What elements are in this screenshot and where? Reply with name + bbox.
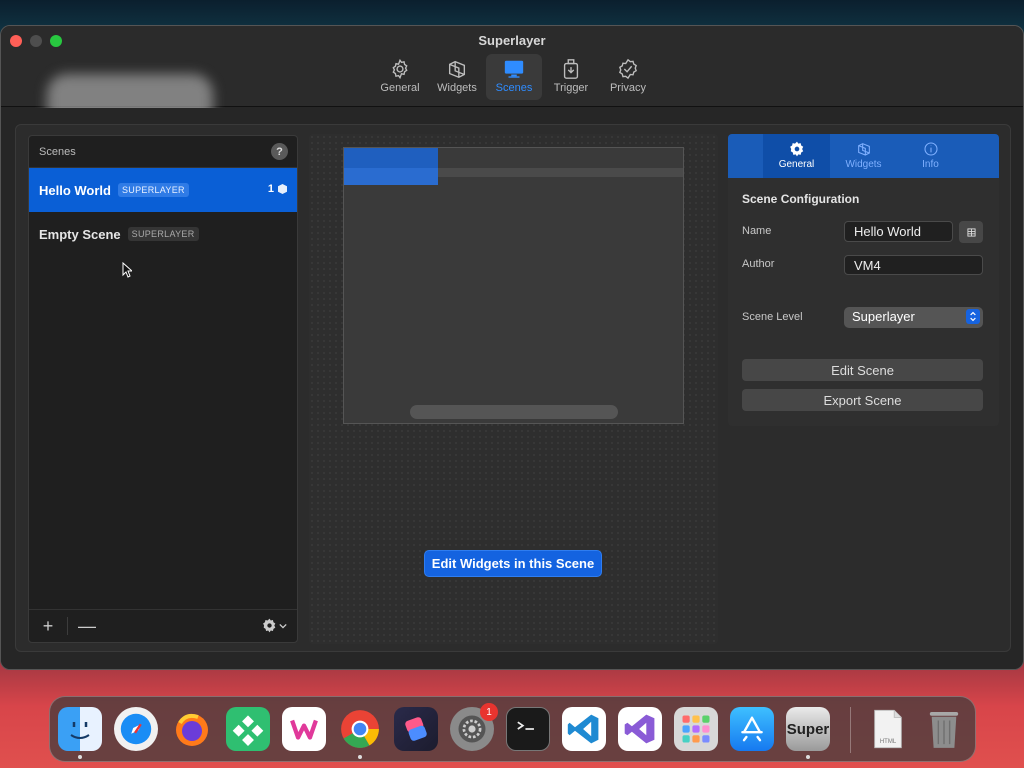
edit-scene-button[interactable]: Edit Scene [742,359,983,381]
tab-scenes[interactable]: Scenes [486,54,542,100]
firefox-icon[interactable] [170,707,214,751]
name-options-button[interactable] [959,221,983,243]
scene-level-select[interactable]: Superlayer [844,307,983,328]
scene-level-badge: SUPERLAYER [117,183,189,197]
tab-privacy[interactable]: Privacy [600,54,656,100]
scene-row-hello-world[interactable]: Hello World SUPERLAYER 1 [29,168,297,212]
config-tab-general-label: General [778,159,815,170]
preferences-toolbar: General Widgets Scenes Trigger Privacy [372,54,657,100]
scene-level-badge: SUPERLAYER [127,227,199,241]
display-icon [504,60,524,78]
export-scene-button[interactable]: Export Scene [742,389,983,411]
chevron-down-icon [279,623,287,629]
scene-name-field[interactable]: Hello World [844,221,953,242]
dock: 1 Super HTML [49,696,976,762]
app-icon-green[interactable] [226,707,270,751]
terminal-icon[interactable] [506,707,550,751]
app-window: Superlayer General Widgets Scenes Trigge… [0,25,1024,670]
scene-level-label: Scene Level [742,311,803,323]
info-icon [923,142,938,156]
visual-studio-icon[interactable] [618,707,662,751]
widgets-icon [857,143,870,156]
scene-config-panel: General Widgets Info Scene Configuration… [728,134,999,426]
shortcuts-icon[interactable] [394,707,438,751]
gear-icon [789,141,803,157]
preview-widget-shadow [344,168,438,185]
config-tabs: General Widgets Info [728,134,999,178]
safari-icon[interactable] [114,707,158,751]
table-icon [966,227,976,237]
widgets-icon [448,60,466,79]
tab-general[interactable]: General [372,54,428,100]
tab-trigger[interactable]: Trigger [543,54,599,100]
notification-badge: 1 [480,703,498,721]
privacy-check-icon [619,58,637,80]
scene-name: Empty Scene [39,226,121,242]
tab-trigger-label: Trigger [553,82,589,94]
config-tab-info[interactable]: Info [897,134,964,178]
scenes-footer: + — [29,609,297,642]
config-title: Scene Configuration [742,192,860,206]
html-file-icon[interactable]: HTML [866,707,910,751]
remove-scene-button[interactable]: — [68,610,106,643]
scene-level-value: Superlayer [852,309,915,324]
gear-icon [263,618,276,633]
html-file-label: HTML [879,739,897,745]
trigger-icon [563,59,579,79]
trash-icon[interactable] [922,707,966,751]
help-button[interactable]: ? [271,143,288,160]
config-tab-widgets[interactable]: Widgets [830,134,897,178]
config-tab-widgets-label: Widgets [845,159,882,170]
preview-dock-placeholder [410,405,618,419]
updown-chevron-icon [966,309,980,324]
tab-widgets[interactable]: Widgets [429,54,485,100]
mouse-pointer-icon [122,262,132,278]
running-indicator [78,755,82,759]
preview-widget [344,148,438,168]
scene-preview-canvas [343,147,684,424]
app-store-icon[interactable] [730,707,774,751]
running-indicator [806,755,810,759]
widget-cube-icon [278,184,287,194]
scenes-list-panel: Scenes ? Hello World SUPERLAYER 1 Empty … [28,135,298,643]
tab-general-label: General [380,82,420,94]
chrome-icon[interactable] [338,707,382,751]
gear-icon [392,58,408,80]
scene-widget-count-value: 1 [267,183,274,195]
launchpad-icon[interactable] [674,707,718,751]
writer-app-icon[interactable] [282,707,326,751]
scenes-header: Scenes ? [29,136,297,168]
scene-name: Hello World [39,182,111,198]
tab-scenes-label: Scenes [495,82,533,94]
scene-actions-menu[interactable] [262,618,287,633]
config-tab-info-label: Info [922,159,939,170]
tab-widgets-label: Widgets [437,82,477,94]
window-title: Superlayer [478,33,546,48]
finder-icon[interactable] [58,707,102,751]
scene-row-empty-scene[interactable]: Empty Scene SUPERLAYER [29,212,297,256]
edit-widgets-in-scene-button[interactable]: Edit Widgets in this Scene [424,550,602,577]
tab-privacy-label: Privacy [609,82,647,94]
config-tab-general[interactable]: General [763,134,830,178]
running-indicator [358,755,362,759]
name-label: Name [742,225,772,237]
add-scene-button[interactable]: + [29,610,67,643]
superlayer-app-icon[interactable]: Super [786,707,830,751]
author-field[interactable]: VM4 [844,255,983,275]
author-label: Author [742,258,775,270]
scene-widget-count: 1 [268,183,287,195]
scenes-header-label: Scenes [39,145,76,158]
dock-separator [850,707,851,753]
vscode-icon[interactable] [562,707,606,751]
superlayer-app-label: Super [786,720,830,738]
